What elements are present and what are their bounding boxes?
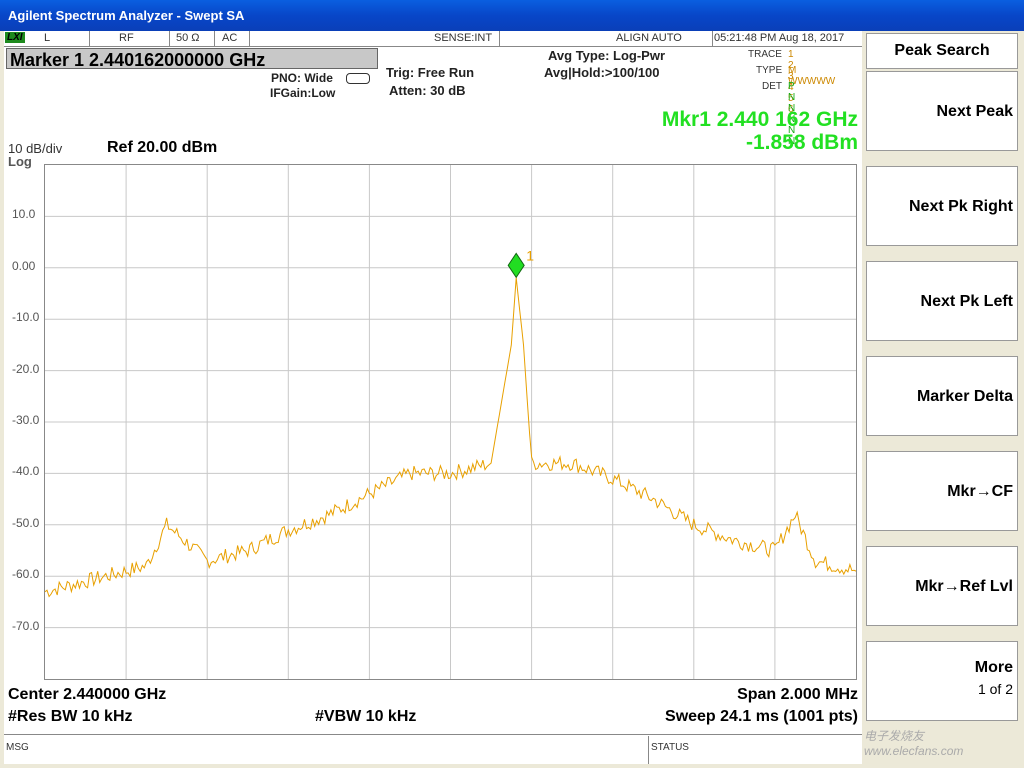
spectrum-plot[interactable]: 1	[44, 164, 857, 680]
pno-toggle-icon	[346, 73, 370, 84]
mkr-to-cf-button[interactable]: Mkr→CF	[866, 451, 1018, 531]
next-pk-left-button[interactable]: Next Pk Left	[866, 261, 1018, 341]
status-label: STATUS	[651, 742, 689, 753]
sense-indicator: SENSE:INT	[434, 32, 493, 44]
scale-log: Log	[8, 154, 32, 169]
msg-label: MSG	[6, 742, 29, 753]
avg-hold: Avg|Hold:>100/100	[544, 65, 660, 80]
avg-type: Avg Type: Log-Pwr	[548, 48, 665, 63]
rf-indicator: RF	[119, 32, 134, 44]
next-peak-button[interactable]: Next Peak	[866, 71, 1018, 151]
datetime: 05:21:48 PM Aug 18, 2017	[714, 32, 845, 44]
y-tick-label: -70.0	[12, 618, 40, 633]
ref-level: Ref 20.00 dBm	[107, 139, 218, 156]
softkey-menu-title: Peak Search	[866, 33, 1018, 69]
marker-1-diamond[interactable]	[507, 252, 525, 279]
active-function-marker: Marker 1 2.440162000000 GHz	[6, 48, 378, 70]
coupling-indicator: AC	[222, 32, 238, 44]
y-tick-label: 0.00	[12, 258, 36, 273]
span: Span 2.000 MHz	[737, 686, 858, 703]
softkey-panel: Peak Search Next Peak Next Pk Right Next…	[864, 31, 1021, 764]
sweep-time: Sweep 24.1 ms (1001 pts)	[665, 708, 858, 725]
trigger-setting: Trig: Free Run	[386, 65, 475, 80]
marker-delta-button[interactable]: Marker Delta	[866, 356, 1018, 436]
atten-setting: Atten: 30 dB	[389, 83, 466, 98]
y-tick-label: -20.0	[12, 361, 40, 376]
center-frequency: Center 2.440000 GHz	[8, 686, 167, 703]
lxi-badge: LXI	[5, 32, 25, 43]
spectrum-chart-svg: 1	[44, 165, 857, 679]
resolution-bandwidth: #Res BW 10 kHz	[8, 708, 133, 725]
marker-1-label: 1	[526, 247, 534, 263]
y-tick-label: -50.0	[12, 515, 40, 530]
analyzer-screen: LXI L RF 50 Ω AC SENSE:INT ALIGN AUTO 05…	[4, 31, 862, 764]
mkr-to-ref-lvl-button[interactable]: Mkr→Ref Lvl	[866, 546, 1018, 626]
marker-level-readout: -1.858 dBm	[745, 131, 858, 154]
y-tick-label: 10.0	[12, 207, 36, 222]
video-bandwidth: #VBW 10 kHz	[315, 708, 417, 725]
status-row: LXI L RF 50 Ω AC SENSE:INT ALIGN AUTO 05…	[4, 31, 862, 47]
align-indicator: ALIGN AUTO	[616, 32, 682, 44]
pno-setting: PNO: Wide	[271, 71, 333, 85]
more-button[interactable]: More 1 of 2	[866, 641, 1018, 721]
ifgain-setting: IFGain:Low	[270, 86, 336, 100]
y-tick-label: -60.0	[12, 567, 40, 582]
trace-label: TRACE	[748, 49, 782, 60]
y-tick-label: -40.0	[12, 464, 40, 479]
type-label: TYPE	[756, 65, 783, 76]
marker-frequency-readout: Mkr1 2.440 162 GHz	[661, 108, 858, 131]
message-bar: MSG STATUS	[4, 736, 862, 764]
window-title: Agilent Spectrum Analyzer - Swept SA	[0, 0, 1024, 31]
more-page-label: 1 of 2	[977, 681, 1013, 697]
det-label: DET	[762, 81, 782, 92]
more-label: More	[974, 659, 1013, 676]
watermark: 电子发烧友 www.elecfans.com	[864, 729, 964, 758]
y-tick-label: -10.0	[12, 310, 40, 325]
impedance-indicator: 50 Ω	[176, 32, 200, 44]
input-indicator: L	[44, 32, 51, 44]
next-pk-right-button[interactable]: Next Pk Right	[866, 166, 1018, 246]
y-tick-label: -30.0	[12, 413, 40, 427]
